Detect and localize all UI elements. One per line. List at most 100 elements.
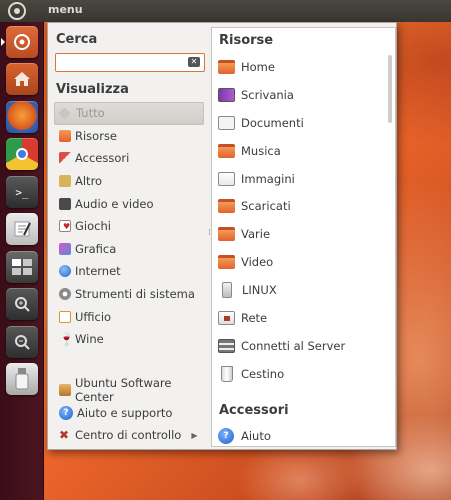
category-item-strumenti[interactable]: Strumenti di sistema bbox=[54, 283, 204, 306]
category-label: Internet bbox=[75, 264, 121, 279]
chrome-icon[interactable] bbox=[6, 138, 38, 170]
right-pane: Risorse Home Scrivania Documenti Musica … bbox=[211, 27, 396, 447]
place-label: Musica bbox=[241, 143, 281, 158]
place-label: Varie bbox=[241, 227, 271, 242]
accessories-icon bbox=[59, 152, 71, 165]
downloads-folder-icon bbox=[218, 199, 235, 214]
games-icon: ♥ bbox=[59, 220, 71, 233]
clear-search-icon[interactable]: ✕ bbox=[188, 57, 200, 67]
search-input[interactable]: ✕ bbox=[55, 53, 205, 72]
help-support-item[interactable]: ? Aiuto e supporto bbox=[54, 402, 209, 425]
app-item-aiuto[interactable]: ? Aiuto bbox=[218, 422, 383, 446]
category-label: Risorse bbox=[75, 128, 118, 143]
bottom-item-label: Ubuntu Software Center bbox=[75, 376, 172, 405]
documents-folder-icon bbox=[218, 115, 235, 130]
category-item-accessori[interactable]: Accessori bbox=[54, 147, 204, 170]
category-item-altro[interactable]: Altro bbox=[54, 170, 204, 193]
category-list: Tutto Risorse Accessori Altro Audio e vi… bbox=[54, 102, 204, 351]
place-label: Cestino bbox=[241, 366, 285, 381]
control-center-item[interactable]: ✖ Centro di controllo ▶ bbox=[54, 424, 209, 447]
terminal-icon[interactable]: >_ bbox=[6, 176, 38, 208]
bottom-item-label: Centro di controllo bbox=[75, 428, 182, 443]
place-label: Rete bbox=[241, 310, 268, 325]
office-icon bbox=[59, 310, 71, 323]
left-pane: Cerca ✕ Visualizza Tutto Risorse Accesso… bbox=[48, 23, 210, 449]
category-label: Ufficio bbox=[75, 309, 112, 324]
firefox-icon[interactable] bbox=[6, 101, 38, 133]
place-item-musica[interactable]: Musica bbox=[218, 137, 383, 165]
category-label: Wine bbox=[75, 332, 104, 347]
category-item-giochi[interactable]: ♥ Giochi bbox=[54, 215, 204, 238]
place-item-documenti[interactable]: Documenti bbox=[218, 109, 383, 137]
place-label: Scrivania bbox=[241, 87, 294, 102]
home-folder-icon bbox=[218, 59, 235, 74]
videos-folder-icon bbox=[218, 255, 235, 270]
place-item-scrivania[interactable]: Scrivania bbox=[218, 81, 383, 109]
place-item-video[interactable]: Video bbox=[218, 248, 383, 276]
place-label: Scaricati bbox=[241, 199, 291, 214]
category-item-grafica[interactable]: Grafica bbox=[54, 238, 204, 261]
text-editor-icon[interactable] bbox=[6, 213, 38, 245]
workspace-switcher-icon[interactable] bbox=[6, 251, 38, 283]
place-label: Documenti bbox=[241, 115, 304, 130]
graphics-icon bbox=[59, 242, 71, 255]
trash-icon bbox=[221, 365, 233, 382]
top-panel: menu bbox=[0, 0, 451, 22]
software-center-icon bbox=[59, 384, 71, 397]
category-label: Altro bbox=[75, 174, 103, 189]
folder-icon bbox=[59, 129, 71, 142]
submenu-arrow-icon: ▶ bbox=[191, 430, 198, 440]
help-icon: ? bbox=[218, 427, 234, 444]
category-item-wine[interactable]: 🍷 Wine bbox=[54, 328, 204, 351]
pictures-folder-icon bbox=[218, 171, 235, 186]
places-title: Risorse bbox=[219, 33, 274, 48]
bottom-list: Ubuntu Software Center ? Aiuto e support… bbox=[54, 376, 209, 447]
search-title: Cerca bbox=[56, 32, 98, 47]
zoom-out-icon[interactable] bbox=[6, 326, 38, 358]
place-item-cestino[interactable]: Cestino bbox=[218, 360, 383, 388]
usb-drive-icon[interactable] bbox=[6, 363, 38, 395]
place-label: LINUX bbox=[242, 283, 277, 298]
app-menu-label[interactable]: menu bbox=[48, 3, 83, 16]
accessories-list: ? Aiuto bbox=[218, 422, 383, 446]
category-item-risorse[interactable]: Risorse bbox=[54, 125, 204, 148]
place-item-varie[interactable]: Varie bbox=[218, 220, 383, 248]
category-label: Audio e video bbox=[75, 196, 154, 211]
category-item-ufficio[interactable]: Ufficio bbox=[54, 305, 204, 328]
accessories-title: Accessori bbox=[219, 403, 289, 418]
active-indicator bbox=[1, 38, 5, 46]
wine-icon: 🍷 bbox=[59, 332, 74, 347]
category-item-audio-video[interactable]: Audio e video bbox=[54, 192, 204, 215]
category-item-tutto[interactable]: Tutto bbox=[54, 102, 204, 125]
bfb-icon[interactable] bbox=[6, 26, 38, 58]
desktop-folder-icon bbox=[218, 87, 235, 102]
system-tools-icon bbox=[59, 288, 71, 301]
applications-menu: Cerca ✕ Visualizza Tutto Risorse Accesso… bbox=[47, 22, 397, 450]
bottom-item-label: Aiuto e supporto bbox=[77, 405, 173, 420]
app-label: Aiuto bbox=[241, 428, 271, 443]
terminal-glyph: >_ bbox=[15, 185, 29, 199]
scrollbar[interactable] bbox=[388, 55, 392, 123]
music-folder-icon bbox=[218, 143, 235, 158]
zoom-in-icon[interactable] bbox=[6, 288, 38, 320]
folder-icon bbox=[218, 227, 235, 242]
place-item-scaricati[interactable]: Scaricati bbox=[218, 192, 383, 220]
all-icon bbox=[58, 106, 71, 120]
view-title: Visualizza bbox=[56, 82, 129, 97]
software-center-item[interactable]: Ubuntu Software Center bbox=[54, 376, 209, 405]
place-item-immagini[interactable]: Immagini bbox=[218, 165, 383, 193]
network-icon bbox=[218, 310, 235, 325]
place-item-rete[interactable]: Rete bbox=[218, 304, 383, 332]
places-list: Home Scrivania Documenti Musica Immagini… bbox=[218, 53, 383, 388]
server-icon bbox=[218, 338, 235, 353]
category-label: Giochi bbox=[75, 219, 111, 234]
home-folder-icon[interactable] bbox=[6, 63, 38, 95]
place-item-linux[interactable]: LINUX bbox=[218, 276, 383, 304]
category-item-internet[interactable]: Internet bbox=[54, 260, 204, 283]
ubuntu-logo-icon[interactable] bbox=[8, 2, 26, 20]
place-label: Immagini bbox=[241, 171, 295, 186]
place-item-home[interactable]: Home bbox=[218, 53, 383, 81]
place-label: Video bbox=[241, 255, 274, 270]
place-item-connetti-server[interactable]: Connetti al Server bbox=[218, 332, 383, 360]
category-label: Accessori bbox=[75, 151, 130, 166]
